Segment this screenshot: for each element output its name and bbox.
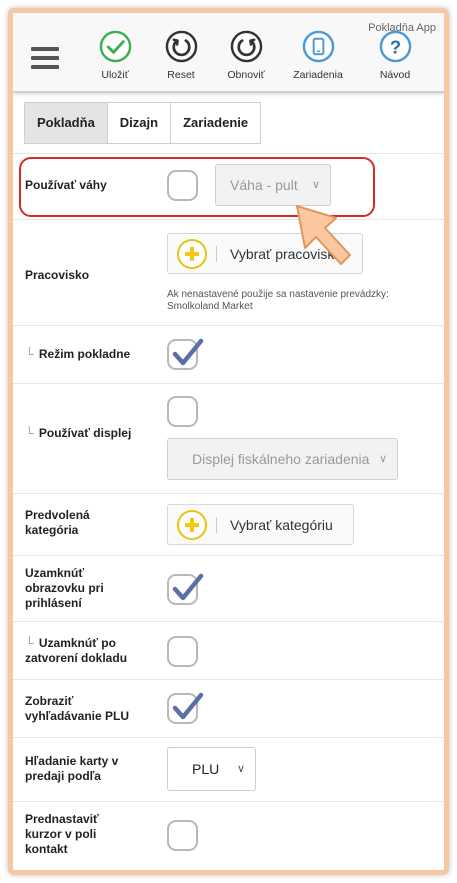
show-plu-search-label: Zobraziť vyhľadávanie PLU: [25, 694, 137, 724]
lock-after-receipt-label: └ Uzamknúť po zatvorení dokladu: [25, 636, 137, 666]
use-scale-checkbox[interactable]: [167, 170, 198, 201]
checkmark-icon: [172, 338, 204, 366]
check-circle-icon: [99, 30, 131, 63]
workplace-label: Pracovisko: [25, 268, 90, 282]
menu-icon[interactable]: [31, 47, 59, 69]
cursor-contact-line2: kurzor v poli: [25, 827, 97, 841]
use-display-checkbox[interactable]: [167, 396, 198, 427]
cursor-contact-line1: Prednastaviť: [25, 812, 99, 826]
help-label: Návod: [379, 69, 411, 81]
plus-icon: [177, 239, 207, 269]
workplace-hint-line2: Smolkoland Market: [167, 301, 253, 312]
card-search-select[interactable]: PLU ∨: [167, 747, 256, 791]
lock-on-login-line3: prihlásení: [25, 596, 82, 610]
workplace-hint: Ak nenastavené použije sa nastavenie pre…: [167, 289, 432, 313]
show-plu-search-line1: Zobraziť: [25, 694, 74, 708]
reset-icon: [165, 30, 197, 63]
default-category-line1: Predvolená: [25, 508, 90, 522]
lock-on-login-label: Uzamknúť obrazovku pri prihlásení: [25, 566, 137, 611]
setting-row-default-category: Predvolená kategória Vybrať kategóriu: [13, 493, 444, 555]
setting-row-cashier-mode: └ Režim pokladne: [13, 325, 444, 383]
plus-icon: [177, 510, 207, 540]
scale-select[interactable]: Váha - pult ∨: [215, 164, 331, 206]
checkmark-icon: [172, 573, 204, 601]
refresh-button[interactable]: Obnoviť: [216, 30, 276, 81]
chevron-down-icon: ∨: [236, 763, 245, 775]
save-label: Uložiť: [101, 69, 129, 81]
reset-button[interactable]: Reset: [151, 30, 211, 81]
select-category-button[interactable]: Vybrať kategóriu: [167, 504, 354, 545]
help-button[interactable]: ? Návod: [365, 30, 425, 81]
workplace-hint-line1: Ak nenastavené použije sa nastavenie pre…: [167, 289, 389, 300]
separator: [216, 517, 217, 533]
devices-label: Zariadenia: [293, 69, 343, 81]
help-icon: ?: [379, 30, 411, 63]
cashier-mode-checkbox[interactable]: [167, 338, 204, 370]
checkmark-icon: [172, 692, 204, 720]
chevron-down-icon: ∨: [311, 179, 320, 191]
svg-text:?: ?: [389, 36, 400, 57]
setting-row-lock-after-receipt: └ Uzamknúť po zatvorení dokladu: [13, 621, 444, 679]
lock-on-login-line2: obrazovku pri: [25, 581, 104, 595]
setting-row-use-display: └ Používať displej Displej fiskálneho za…: [13, 383, 444, 493]
cashier-mode-text: Režim pokladne: [38, 347, 131, 361]
use-display-label: └ Používať displej: [25, 426, 137, 441]
scale-select-value: Váha - pult: [230, 177, 298, 193]
chevron-down-icon: ∨: [378, 453, 387, 465]
toolbar: Pokladňa App Uložiť Reset Obnoviť Zariad…: [13, 13, 444, 93]
setting-row-show-plu-search: Zobraziť vyhľadávanie PLU: [13, 679, 444, 737]
cursor-contact-checkbox[interactable]: [167, 820, 198, 851]
card-search-select-value: PLU: [192, 761, 220, 777]
select-workplace-label: Vybrať pracovisko: [230, 246, 343, 262]
tab-zariadenie[interactable]: Zariadenie: [170, 102, 262, 144]
refresh-label: Obnoviť: [227, 69, 265, 81]
tab-pokladna[interactable]: Pokladňa: [24, 102, 108, 144]
sub-prefix: └: [25, 636, 34, 650]
select-category-label: Vybrať kategóriu: [230, 517, 333, 533]
tab-dizajn[interactable]: Dizajn: [106, 102, 172, 144]
default-category-line2: kategória: [25, 523, 79, 537]
display-select[interactable]: Displej fiskálneho zariadenia ∨: [167, 438, 398, 480]
card-search-line2: predaji podľa: [25, 769, 101, 783]
sub-prefix: └: [25, 426, 34, 440]
display-select-value: Displej fiskálneho zariadenia: [192, 451, 370, 467]
tab-bar: Pokladňa Dizajn Zariadenie: [24, 102, 262, 144]
show-plu-search-line2: vyhľadávanie PLU: [25, 709, 129, 723]
show-plu-search-checkbox[interactable]: [167, 692, 204, 724]
setting-row-card-search: Hľadanie karty v predaji podľa PLU ∨: [13, 737, 444, 801]
cursor-contact-label: Prednastaviť kurzor v poli kontakt: [25, 812, 137, 857]
setting-row-use-scale: Používať váhy Váha - pult ∨: [13, 153, 444, 219]
lock-on-login-line1: Uzamknúť: [25, 566, 85, 580]
cashier-mode-label: └ Režim pokladne: [25, 347, 137, 362]
card-search-line1: Hľadanie karty v: [25, 754, 119, 768]
reset-label: Reset: [167, 69, 195, 81]
lock-after-receipt-line2: zatvorení dokladu: [25, 651, 128, 665]
lock-on-login-checkbox[interactable]: [167, 573, 204, 605]
devices-button[interactable]: Zariadenia: [288, 30, 348, 81]
select-workplace-button[interactable]: Vybrať pracovisko: [167, 233, 363, 274]
lock-after-receipt-line1: └ Uzamknúť po: [25, 636, 137, 651]
save-button[interactable]: Uložiť: [85, 30, 145, 81]
phone-icon: [302, 30, 334, 63]
setting-row-workplace: Pracovisko Vybrať pracovisko Ak nenastav…: [13, 219, 444, 325]
use-display-text: Používať displej: [38, 426, 132, 440]
lock-after-receipt-checkbox[interactable]: [167, 636, 198, 667]
app-frame: Pokladňa App Uložiť Reset Obnoviť Zariad…: [8, 8, 449, 875]
cursor-contact-line3: kontakt: [25, 842, 68, 856]
setting-row-lock-on-login: Uzamknúť obrazovku pri prihlásení: [13, 555, 444, 621]
lock-after-receipt-text: Uzamknúť po: [38, 636, 116, 650]
card-search-label: Hľadanie karty v predaji podľa: [25, 754, 137, 784]
setting-row-cursor-contact: Prednastaviť kurzor v poli kontakt: [13, 801, 444, 870]
separator: [216, 246, 217, 262]
use-scale-label: Používať váhy: [25, 178, 107, 192]
refresh-icon: [230, 30, 262, 63]
default-category-label: Predvolená kategória: [25, 508, 137, 538]
sub-prefix: └: [25, 347, 34, 361]
